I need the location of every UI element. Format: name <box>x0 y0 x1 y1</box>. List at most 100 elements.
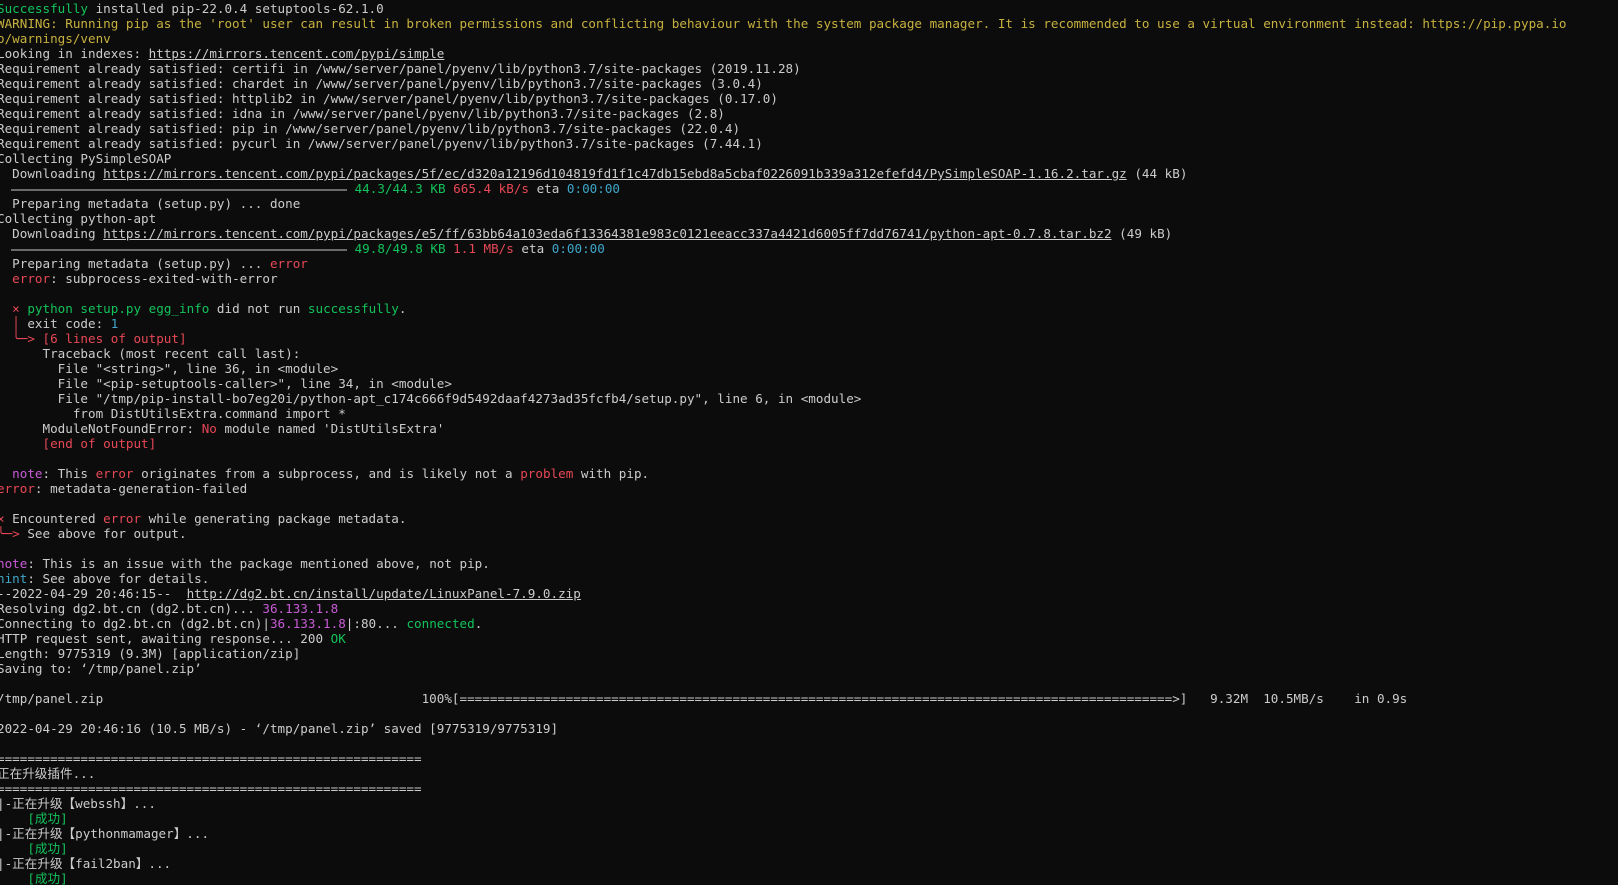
terminal-text: python setup.py egg_info <box>27 301 210 316</box>
terminal-text: error <box>95 466 134 481</box>
terminal-line: |-正在升级【pythonmamager】... <box>0 826 1618 841</box>
terminal-link[interactable]: http://dg2.bt.cn/install/update/LinuxPan… <box>187 586 581 601</box>
terminal-text: Requirement already satisfied: certifi i… <box>0 61 801 76</box>
terminal-text: : metadata-generation-failed <box>34 481 248 496</box>
terminal-line: [end of output] <box>0 436 1618 451</box>
terminal-text: Requirement already satisfied: idna in /… <box>0 106 725 121</box>
terminal-text: Requirement already satisfied: pycurl in… <box>0 136 763 151</box>
terminal-line: Successfully installed pip-22.0.4 setupt… <box>0 1 1618 16</box>
terminal-link[interactable]: https://mirrors.tencent.com/pypi/package… <box>103 226 1111 241</box>
terminal-text: ModuleNotFoundError: <box>0 421 202 436</box>
terminal-text: Collecting PySimpleSOAP <box>0 151 172 166</box>
terminal-line: [成功] <box>0 871 1618 885</box>
terminal-text: File "/tmp/pip-install-bo7eg20i/python-a… <box>0 391 862 406</box>
terminal-line: Requirement already satisfied: pycurl in… <box>0 136 1618 151</box>
terminal-line: note: This error originates from a subpr… <box>0 466 1618 481</box>
terminal-text: hint <box>0 571 28 586</box>
terminal-line: note: This is an issue with the package … <box>0 556 1618 571</box>
terminal-window[interactable]: Successfully installed pip-22.0.4 setupt… <box>0 0 1618 885</box>
terminal-text: Collecting python-apt <box>0 211 157 226</box>
terminal-text: [成功] <box>0 841 68 856</box>
terminal-text: Looking in indexes: <box>0 46 149 61</box>
terminal-text: exit code: <box>27 316 111 331</box>
terminal-text: : subprocess-exited-with-error <box>50 271 278 286</box>
terminal-text: Preparing metadata (setup.py) ... <box>0 256 270 271</box>
terminal-text: Encountered <box>12 511 104 526</box>
terminal-text: 0:00:00 <box>551 241 605 256</box>
terminal-text: │ <box>0 316 28 331</box>
terminal-text: 1.1 MB/s <box>453 241 514 256</box>
terminal-line: |-正在升级【webssh】... <box>0 796 1618 811</box>
terminal-text: 36.133.1.8 <box>269 616 346 631</box>
terminal-text: × <box>0 511 5 526</box>
terminal-text: . <box>398 301 407 316</box>
terminal-line: Connecting to dg2.bt.cn (dg2.bt.cn)|36.1… <box>0 616 1618 631</box>
terminal-text: from DistUtilsExtra.command import * <box>0 406 346 421</box>
terminal-line: [成功] <box>0 841 1618 856</box>
terminal-text: Requirement already satisfied: chardet i… <box>0 76 763 91</box>
terminal-text: module named 'DistUtilsExtra' <box>216 421 445 436</box>
terminal-text: [成功] <box>0 871 68 885</box>
terminal-text: Successfully <box>0 1 88 16</box>
terminal-text: [end of output] <box>0 436 157 451</box>
terminal-text: 665.4 kB/s <box>453 181 529 196</box>
terminal-text: HTTP request sent, awaiting response... … <box>0 631 331 646</box>
terminal-text: File "<pip-setuptools-caller>", line 34,… <box>0 376 452 391</box>
terminal-line: Downloading https://mirrors.tencent.com/… <box>0 166 1618 181</box>
terminal-link[interactable]: https://mirrors.tencent.com/pypi/simple <box>149 46 445 61</box>
terminal-text: Resolving dg2.bt.cn (dg2.bt.cn)... <box>0 601 263 616</box>
terminal-line: error: metadata-generation-failed <box>0 481 1618 496</box>
terminal-text: error <box>269 256 308 271</box>
terminal-text: ╰─> <box>0 526 28 541</box>
terminal-line: Requirement already satisfied: pip in /w… <box>0 121 1618 136</box>
terminal-text: connected <box>406 616 475 631</box>
terminal-text: ========================================… <box>0 751 422 766</box>
terminal-text: note <box>12 466 43 481</box>
terminal-text: |-正在升级【fail2ban】... <box>0 856 172 871</box>
terminal-text: : See above for details. <box>27 571 210 586</box>
terminal-text: originates from a subprocess, and is lik… <box>133 466 521 481</box>
terminal-text: /tmp/panel.zip 100%[====================… <box>0 691 1408 706</box>
terminal-line: 2022-04-29 20:46:16 (10.5 MB/s) - ‘/tmp/… <box>0 721 1618 736</box>
terminal-line: from DistUtilsExtra.command import * <box>0 406 1618 421</box>
terminal-line: error: subprocess-exited-with-error <box>0 271 1618 286</box>
terminal-text: 44.3/44.3 KB <box>347 181 446 196</box>
terminal-line: |-正在升级【fail2ban】... <box>0 856 1618 871</box>
terminal-line: HTTP request sent, awaiting response... … <box>0 631 1618 646</box>
terminal-text: o/warnings/venv <box>0 31 111 46</box>
terminal-text: successfully <box>307 301 399 316</box>
terminal-text: Connecting to dg2.bt.cn (dg2.bt.cn)| <box>0 616 270 631</box>
download-progress-bar <box>11 248 347 251</box>
terminal-text: error <box>0 481 35 496</box>
terminal-text: with pip. <box>573 466 650 481</box>
terminal-line: × Encountered error while generating pac… <box>0 511 1618 526</box>
terminal-line: ========================================… <box>0 751 1618 766</box>
terminal-line: File "/tmp/pip-install-bo7eg20i/python-a… <box>0 391 1618 406</box>
terminal-text: Preparing metadata (setup.py) ... done <box>0 196 301 211</box>
terminal-line: Looking in indexes: https://mirrors.tenc… <box>0 46 1618 61</box>
terminal-line: ========================================… <box>0 781 1618 796</box>
terminal-line: hint: See above for details. <box>0 571 1618 586</box>
terminal-line: 44.3/44.3 KB 665.4 kB/s eta 0:00:00 <box>0 181 1618 196</box>
terminal-line: /tmp/panel.zip 100%[====================… <box>0 691 1618 706</box>
terminal-text: eta <box>513 241 552 256</box>
terminal-text: did not run <box>209 301 308 316</box>
terminal-text: 0:00:00 <box>566 181 620 196</box>
terminal-link[interactable]: https://mirrors.tencent.com/pypi/package… <box>103 166 1127 181</box>
terminal-line: Preparing metadata (setup.py) ... error <box>0 256 1618 271</box>
terminal-text: installed pip-22.0.4 setuptools-62.1.0 <box>88 1 384 16</box>
terminal-text: File "<string>", line 36, in <module> <box>0 361 339 376</box>
terminal-line: 49.8/49.8 KB 1.1 MB/s eta 0:00:00 <box>0 241 1618 256</box>
terminal-line: Resolving dg2.bt.cn (dg2.bt.cn)... 36.13… <box>0 601 1618 616</box>
terminal-text: See above for output. <box>27 526 187 541</box>
terminal-text: 2022-04-29 20:46:16 (10.5 MB/s) - ‘/tmp/… <box>0 721 559 736</box>
terminal-text: |-正在升级【pythonmamager】... <box>0 826 210 841</box>
terminal-text: (49 kB) <box>1111 226 1173 241</box>
terminal-line: Collecting PySimpleSOAP <box>0 151 1618 166</box>
